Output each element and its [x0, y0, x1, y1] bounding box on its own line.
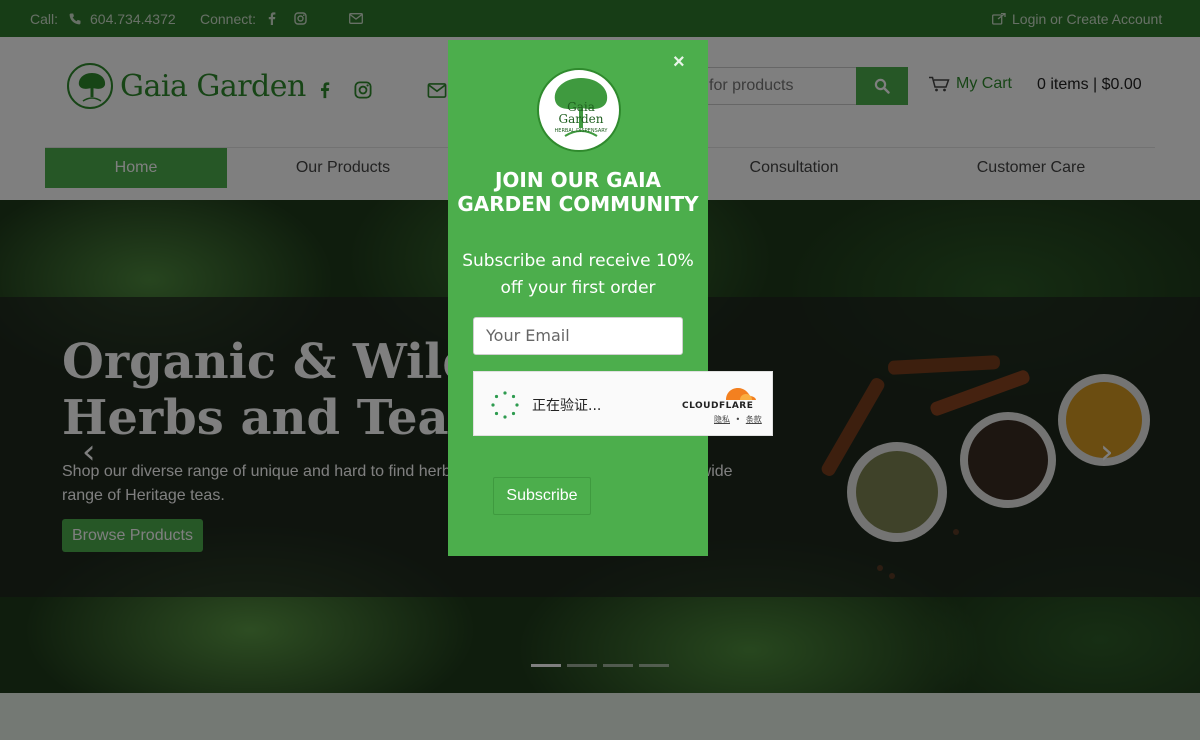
popup-subtitle: Subscribe and receive 10% off your first…	[462, 251, 694, 298]
popup-logo: Gaia Garden HERBAL DISPENSARY	[537, 68, 621, 152]
captcha-links: 隐私 • 条款	[714, 414, 762, 425]
captcha-privacy-link[interactable]: 隐私	[714, 415, 730, 424]
close-icon[interactable]: ×	[673, 52, 685, 72]
subscribe-button[interactable]: Subscribe	[493, 477, 591, 515]
cloudflare-wordmark: CLOUDFLARE	[682, 401, 754, 411]
loading-spinner-icon	[491, 391, 519, 419]
cloudflare-captcha[interactable]: 正在验证... CLOUDFLARE 隐私 • 条款	[473, 371, 773, 436]
captcha-terms-link[interactable]: 条款	[746, 415, 762, 424]
captcha-status: 正在验证...	[532, 398, 602, 414]
popup-logo-line-3: HERBAL DISPENSARY	[555, 128, 609, 134]
popup-title: JOIN OUR GAIA GARDEN COMMUNITY	[457, 168, 699, 216]
popup-logo-line-2: Garden	[559, 112, 604, 126]
cloudflare-logo-icon	[726, 388, 756, 400]
captcha-link-separator: •	[735, 415, 741, 424]
email-field[interactable]: Your Email	[473, 317, 683, 355]
